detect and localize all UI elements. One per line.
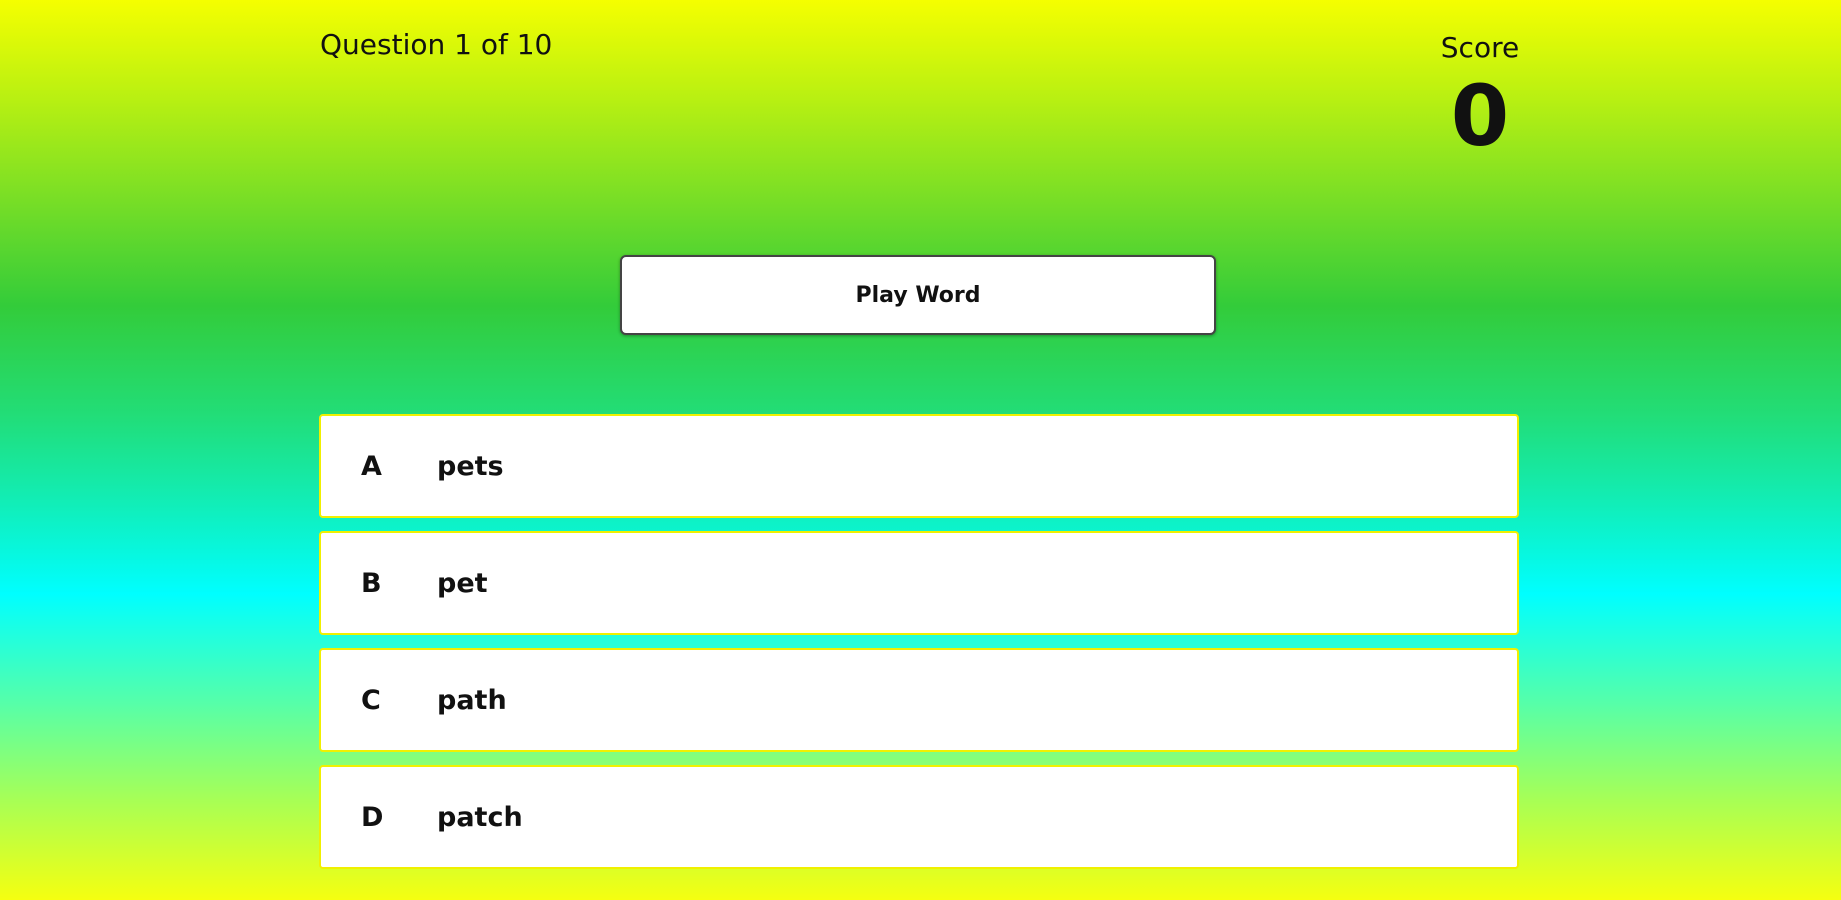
answer-letter: C: [361, 684, 381, 716]
play-word-button[interactable]: Play Word: [620, 255, 1216, 335]
answer-option-b[interactable]: B pet: [319, 531, 1519, 635]
question-progress: Question 1 of 10: [320, 28, 553, 61]
answer-word: pets: [437, 450, 504, 482]
answer-word: patch: [437, 801, 523, 833]
answer-letter: B: [361, 567, 382, 599]
score-panel: Score 0: [1420, 28, 1540, 162]
score-label: Score: [1440, 31, 1520, 64]
answer-letter: D: [361, 801, 384, 833]
answer-letter: A: [361, 450, 382, 482]
answer-option-d[interactable]: D patch: [319, 765, 1519, 869]
answer-list: A pets B pet C path D patch: [319, 414, 1519, 882]
answer-option-a[interactable]: A pets: [319, 414, 1519, 518]
answer-word: path: [437, 684, 507, 716]
answer-word: pet: [437, 567, 488, 599]
answer-option-c[interactable]: C path: [319, 648, 1519, 752]
score-value: 0: [1450, 67, 1510, 165]
